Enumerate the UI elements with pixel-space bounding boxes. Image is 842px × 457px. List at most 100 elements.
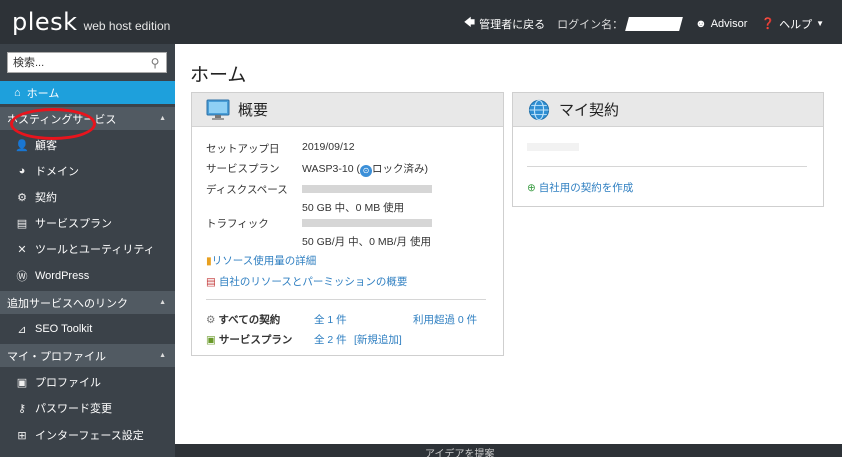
advisor-label: Advisor [710, 17, 748, 30]
service-plans-label: ▣ サービスプラン [206, 332, 292, 347]
add-icon: ⊕ [527, 182, 536, 194]
sidebar-item-label: WordPress [35, 270, 90, 282]
chevron-down-icon: ▼ [816, 19, 824, 28]
help-label: ヘルプ [779, 18, 813, 31]
section-label: ホスティングサービス [7, 113, 117, 126]
login-name-redacted [625, 16, 683, 31]
setup-date-label: セットアップ日 [206, 143, 280, 155]
sidebar-item-label: サービスプラン [35, 218, 112, 230]
add-plan-link[interactable]: [新規追加] [354, 332, 402, 347]
plan-icon: ▣ [206, 334, 216, 346]
permissions-overview-link[interactable]: ▤ 自社のリソースとパーミッションの概要 [206, 274, 407, 289]
sidebar-item-interface-settings[interactable]: ⊞ インターフェース設定 [0, 423, 175, 447]
plan-lock-status: ロック済み) [371, 163, 428, 175]
disk-space-label: ディスクスペース [206, 184, 288, 196]
service-plan-value: WASP3-10 (⊙ ロック済み) [302, 161, 428, 177]
create-own-subscription-link[interactable]: ⊕ 自社用の契約を作成 [527, 180, 633, 195]
disk-usage-text: 50 GB 中、0 MB 使用 [302, 202, 405, 214]
footer-bar: アイデアを提案 [175, 444, 842, 457]
divider [527, 166, 807, 167]
sidebar-item-wordpress[interactable]: Ⓦ WordPress [0, 264, 175, 288]
sidebar-search: ⚲ [7, 52, 167, 73]
globe-icon [528, 99, 550, 120]
sidebar-item-seo-toolkit[interactable]: ⊿ SEO Toolkit [0, 317, 175, 341]
help-icon: ❓ [761, 18, 776, 30]
sidebar: ⚲ ⌂ ホーム ホスティングサービス ▲ 👤 顧客 ◕ ドメイン ⚙ 契約 ▤ … [0, 44, 175, 457]
top-menu: 🡄 管理者に戻る ログイン名： ☻ Advisor ❓ ヘルプ ▼ [450, 14, 824, 33]
section-hosting-services[interactable]: ホスティングサービス ▲ [0, 107, 175, 130]
traffic-label: トラフィック [206, 218, 269, 230]
sidebar-item-label: パスワード変更 [35, 403, 112, 415]
home-icon: ⌂ [14, 86, 21, 99]
my-subscription-header: マイ契約 [513, 93, 823, 127]
top-bar: plesk web host edition 🡄 管理者に戻る ログイン名： ☻… [0, 0, 842, 44]
user-icon: 👤 [15, 139, 29, 152]
sidebar-item-label: 契約 [35, 192, 57, 204]
gear-icon: ⚙ [17, 191, 27, 204]
sidebar-item-change-password[interactable]: ⚷ パスワード変更 [0, 396, 175, 420]
chart-icon: ⊿ [17, 323, 27, 336]
back-to-admin-label: 管理者に戻る [479, 18, 546, 31]
sidebar-item-tools[interactable]: ✕ ツールとユーティリティ [0, 237, 175, 261]
domain-icon: ◕ [18, 165, 26, 177]
plesk-logo[interactable]: plesk web host edition [12, 8, 170, 36]
create-own-subscription-label: 自社用の契約を作成 [538, 182, 634, 194]
help-menu[interactable]: ❓ ヘルプ ▼ [761, 16, 824, 32]
overview-panel: 概要 セットアップ日 2019/09/12 サービスプラン WASP3-10 (… [191, 92, 504, 356]
page-title: ホーム [190, 64, 247, 86]
search-icon[interactable]: ⚲ [146, 56, 164, 70]
sidebar-item-service-plans[interactable]: ▤ サービスプラン [0, 211, 175, 235]
collapse-icon: ▲ [159, 352, 166, 359]
login-name-label: ログイン名： [557, 18, 624, 31]
section-label: マイ・プロファイル [7, 350, 106, 363]
resource-usage-label: リソース使用量の詳細 [211, 255, 317, 267]
my-subscription-panel: マイ契約 ⊕ 自社用の契約を作成 [512, 92, 824, 207]
sidebar-item-domains[interactable]: ◕ ドメイン [0, 159, 175, 183]
service-plans-text: サービスプラン [218, 334, 293, 346]
collapse-icon: ▲ [159, 115, 166, 122]
sidebar-item-subscriptions[interactable]: ⚙ 契約 [0, 185, 175, 209]
arrow-left-icon: 🡄 [463, 17, 476, 29]
feedback-link[interactable]: アイデアを提案 [425, 445, 495, 457]
service-plan-label: サービスプラン [206, 163, 280, 175]
search-input[interactable] [8, 53, 146, 72]
sidebar-item-label: プロファイル [35, 377, 101, 389]
sidebar-item-customers[interactable]: 👤 顧客 [0, 133, 175, 157]
key-icon: ⚷ [17, 402, 27, 415]
main-content: ホーム 概要 セットアップ日 2019/09/12 サービスプラン WASP3-… [175, 44, 842, 444]
subscription-icon: ⚙ [206, 314, 216, 326]
section-my-profile[interactable]: マイ・プロファイル ▲ [0, 344, 175, 367]
sidebar-item-label: ホーム [26, 87, 60, 100]
sidebar-item-home[interactable]: ⌂ ホーム [0, 81, 175, 104]
traffic-usage-text: 50 GB/月 中、0 MB/月 使用 [302, 236, 431, 248]
wordpress-icon: Ⓦ [16, 271, 28, 283]
permissions-overview-label: 自社のリソースとパーミッションの概要 [218, 276, 408, 288]
section-label: 追加サービスへのリンク [7, 297, 128, 310]
overview-title: 概要 [238, 101, 269, 119]
divider [206, 299, 486, 300]
sidebar-item-label: SEO Toolkit [35, 323, 93, 335]
plans-count-link[interactable]: 全 2 件 [314, 332, 347, 347]
profile-icon: ▣ [16, 376, 28, 389]
monitor-icon [206, 99, 230, 120]
back-to-admin-link[interactable]: 🡄 管理者に戻る [464, 14, 545, 33]
advisor-icon: ☻ [695, 17, 707, 30]
overview-header: 概要 [192, 93, 503, 127]
sidebar-item-profile[interactable]: ▣ プロファイル [0, 370, 175, 394]
advisor-link[interactable]: ☻ Advisor [695, 18, 747, 30]
sidebar-item-label: ドメイン [35, 166, 79, 178]
resource-usage-link[interactable]: ▮リソース使用量の詳細 [206, 253, 316, 268]
section-additional-links[interactable]: 追加サービスへのリンク ▲ [0, 291, 175, 314]
setup-date-value: 2019/09/12 [302, 141, 355, 153]
subscriptions-count-link[interactable]: 全 1 件 [314, 312, 347, 327]
all-subscriptions-label: ⚙ すべての契約 [206, 312, 280, 327]
traffic-usage-bar [302, 219, 432, 227]
overuse-count-link[interactable]: 利用超過 0 件 [413, 312, 477, 327]
interface-icon: ⊞ [17, 429, 27, 442]
logo-text: plesk [12, 8, 78, 36]
list-icon: ▤ [206, 276, 216, 288]
sidebar-item-label: インターフェース設定 [35, 430, 144, 442]
lock-icon: ⊙ [359, 165, 372, 177]
tools-icon: ✕ [17, 243, 27, 256]
sidebar-item-label: 顧客 [35, 140, 57, 152]
